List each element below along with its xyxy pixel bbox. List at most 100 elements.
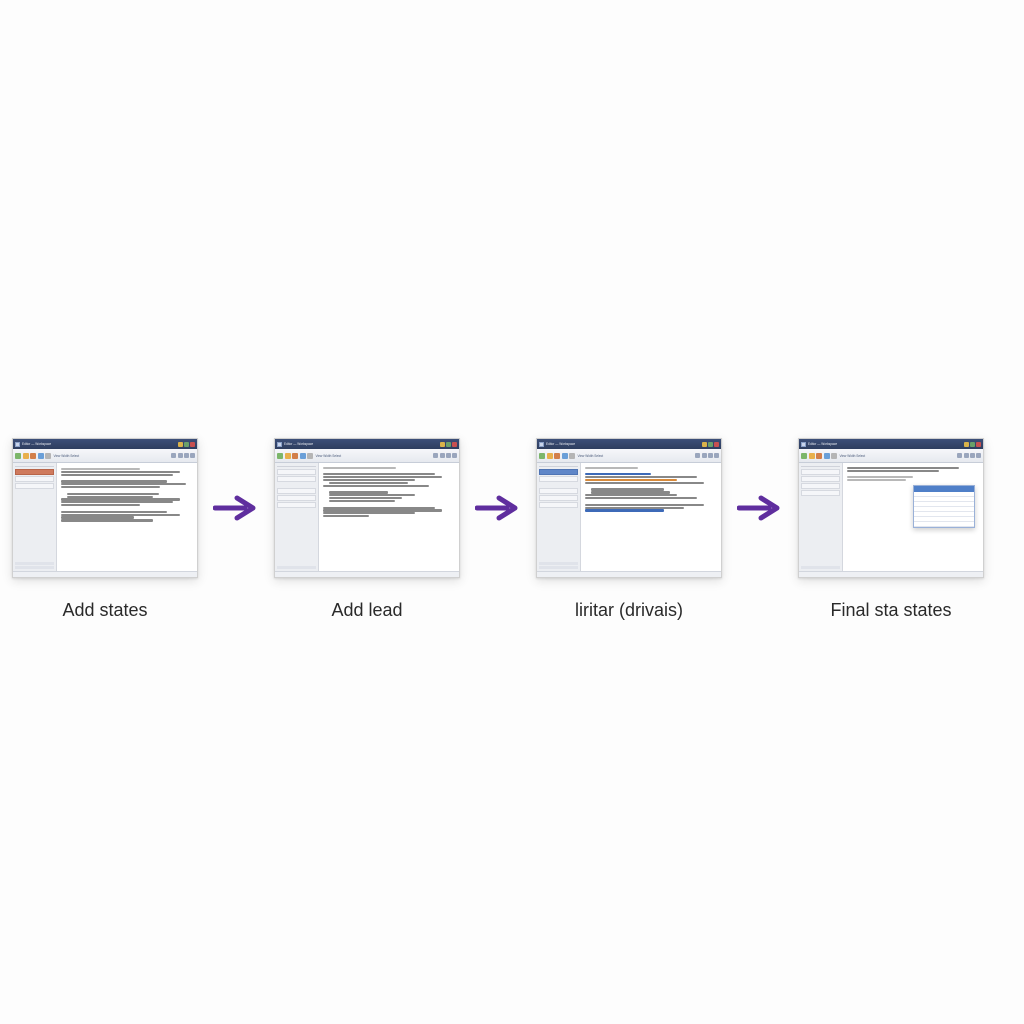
toolbar-icon — [184, 453, 189, 458]
maximize-icon — [970, 442, 975, 447]
toolbar-icon — [190, 453, 195, 458]
text-line — [323, 515, 369, 517]
close-icon — [714, 442, 719, 447]
sidebar-line — [539, 566, 578, 569]
document-icon — [801, 442, 806, 447]
step-caption: liritar (drivais) — [575, 600, 683, 621]
toolbar-icon — [554, 453, 560, 459]
window-buttons — [702, 442, 719, 447]
thumbnail-1: Editor — Workspace View Width Select — [12, 438, 198, 578]
sidebar-header — [277, 465, 316, 467]
sidebar-group — [801, 566, 840, 569]
flow-arrow — [732, 438, 788, 578]
dropdown-row — [914, 522, 974, 527]
text-line — [61, 471, 180, 473]
text-line — [585, 504, 704, 506]
step-2: Editor — Workspace View Width Select — [272, 438, 462, 621]
text-line — [329, 494, 415, 496]
close-icon — [190, 442, 195, 447]
thumbnail-2: Editor — Workspace View Width Select — [274, 438, 460, 578]
text-line — [323, 509, 442, 511]
sidebar-line — [801, 566, 840, 569]
sidebar-line — [539, 562, 578, 565]
toolbar-icon — [547, 453, 553, 459]
toolbar: View Width Select — [13, 449, 197, 463]
toolbar-icon — [816, 453, 822, 459]
toolbar-icon — [695, 453, 700, 458]
text-line — [61, 511, 167, 513]
window-titlebar: Editor — Workspace — [537, 439, 721, 449]
sidebar-group — [801, 469, 840, 497]
text-line — [323, 476, 442, 478]
text-line — [585, 476, 697, 478]
content-panel — [57, 463, 197, 571]
toolbar-icon — [831, 453, 837, 459]
sidebar-item — [277, 469, 316, 475]
toolbar-icon — [45, 453, 51, 459]
sidebar-item — [801, 476, 840, 482]
toolbar-icon — [30, 453, 36, 459]
close-icon — [452, 442, 457, 447]
status-bar — [799, 571, 983, 577]
text-line — [585, 494, 677, 496]
sidebar-group — [15, 562, 54, 569]
sidebar-item — [539, 469, 578, 475]
toolbar-icon — [433, 453, 438, 458]
sidebar-header — [539, 465, 578, 467]
toolbar: View Width Select — [537, 449, 721, 463]
document-icon — [15, 442, 20, 447]
toolbar-icon — [446, 453, 451, 458]
text-line — [323, 479, 415, 481]
toolbar-icon — [539, 453, 545, 459]
window-title: Editor — Workspace — [546, 442, 575, 446]
sidebar — [13, 463, 57, 571]
window-title: Editor — Workspace — [22, 442, 51, 446]
sidebar-header — [15, 465, 54, 467]
toolbar-icon — [292, 453, 298, 459]
workflow-row: Editor — Workspace View Width Select — [10, 438, 1014, 621]
text-line — [329, 491, 388, 493]
maximize-icon — [446, 442, 451, 447]
text-line — [61, 486, 160, 488]
sidebar-item — [539, 502, 578, 508]
text-line — [61, 480, 167, 482]
flow-arrow — [208, 438, 264, 578]
sidebar-group — [15, 469, 54, 489]
toolbar-icon — [702, 453, 707, 458]
text-line — [61, 468, 140, 470]
toolbar-icon — [824, 453, 830, 459]
text-line — [329, 482, 408, 484]
sidebar-group — [539, 562, 578, 569]
toolbar-text: View Width Select — [840, 454, 866, 458]
window-buttons — [178, 442, 195, 447]
sidebar-group — [539, 488, 578, 508]
maximize-icon — [708, 442, 713, 447]
toolbar: View Width Select — [275, 449, 459, 463]
thumbnail-3: Editor — Workspace View Width Select — [536, 438, 722, 578]
content-panel — [843, 463, 983, 571]
text-line — [61, 504, 140, 506]
toolbar-right — [433, 453, 457, 458]
sidebar-item — [277, 488, 316, 494]
toolbar-icon — [964, 453, 969, 458]
text-line — [585, 497, 697, 499]
sidebar-line — [15, 566, 54, 569]
sidebar-group — [277, 469, 316, 482]
toolbar-icon — [277, 453, 283, 459]
flow-arrow — [470, 438, 526, 578]
window-titlebar: Editor — Workspace — [275, 439, 459, 449]
text-line — [67, 496, 153, 498]
text-line — [323, 467, 396, 469]
sidebar-item — [539, 476, 578, 482]
text-line — [847, 470, 939, 472]
minimize-icon — [440, 442, 445, 447]
toolbar-icon — [714, 453, 719, 458]
link-line — [585, 509, 664, 511]
sidebar-item — [277, 495, 316, 501]
text-line — [585, 507, 684, 509]
document-icon — [539, 442, 544, 447]
step-caption: Add lead — [331, 600, 402, 621]
content-panel — [319, 463, 459, 571]
window-buttons — [964, 442, 981, 447]
toolbar-icon — [38, 453, 44, 459]
